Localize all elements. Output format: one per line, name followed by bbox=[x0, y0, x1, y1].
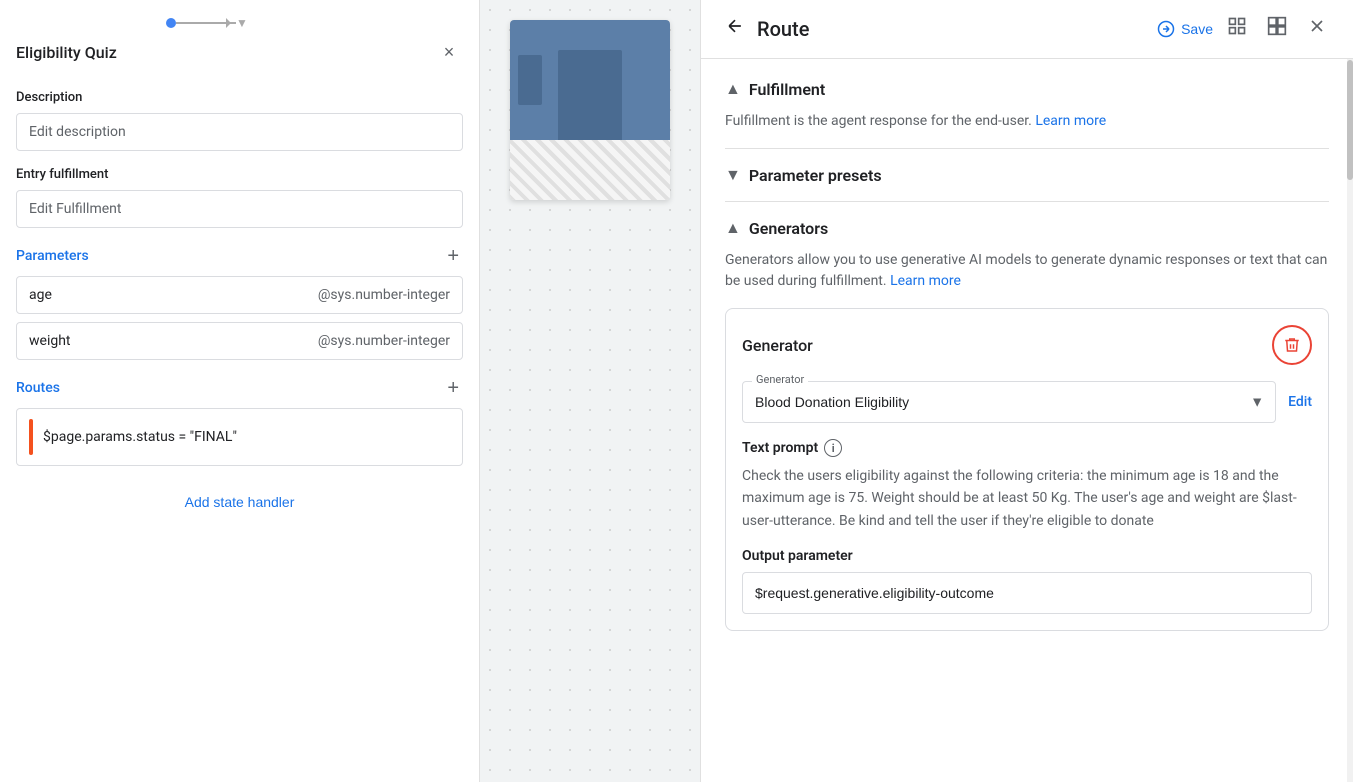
canvas-card-bottom bbox=[510, 140, 670, 200]
text-prompt-info-icon: i bbox=[824, 439, 842, 457]
generators-collapse-icon[interactable]: ▲ bbox=[725, 218, 741, 238]
param-name-age: age bbox=[29, 287, 318, 303]
text-prompt-content: Check the users eligibility against the … bbox=[742, 465, 1312, 532]
text-prompt-label: Text prompt i bbox=[742, 439, 1312, 457]
flow-line bbox=[176, 22, 236, 24]
panel-header: Eligibility Quiz × bbox=[16, 38, 463, 74]
scrollbar-track bbox=[1347, 0, 1353, 782]
fulfillment-description: Fulfillment is the agent response for th… bbox=[725, 111, 1329, 132]
maximize-button[interactable] bbox=[1221, 12, 1253, 46]
left-panel: ▼ Eligibility Quiz × Description Edit de… bbox=[0, 0, 480, 782]
parameters-title: Parameters bbox=[16, 248, 89, 264]
fulfillment-section-header: ▲ Fulfillment bbox=[725, 79, 1329, 99]
split-button[interactable] bbox=[1261, 12, 1293, 46]
divider-2 bbox=[725, 201, 1329, 202]
param-name-weight: weight bbox=[29, 333, 318, 349]
param-row-age: age @sys.number-integer bbox=[16, 276, 463, 314]
flow-dot bbox=[166, 18, 176, 28]
right-panel: Route Save ▲ bbox=[700, 0, 1353, 782]
generators-learn-more[interactable]: Learn more bbox=[890, 273, 961, 289]
param-type-weight: @sys.number-integer bbox=[318, 333, 450, 349]
edit-generator-link[interactable]: Edit bbox=[1288, 394, 1312, 410]
add-route-button[interactable]: + bbox=[443, 376, 463, 400]
param-presets-heading: Parameter presets bbox=[749, 166, 882, 185]
route-row[interactable]: $page.params.status = "FINAL" bbox=[16, 408, 463, 466]
generators-description: Generators allow you to use generative A… bbox=[725, 250, 1329, 292]
routes-title: Routes bbox=[16, 380, 60, 396]
canvas-card bbox=[510, 20, 670, 200]
close-button[interactable]: × bbox=[435, 38, 463, 66]
flow-connector: ▼ bbox=[16, 16, 463, 30]
close-right-panel-button[interactable] bbox=[1301, 12, 1333, 46]
param-presets-collapse-icon[interactable]: ▼ bbox=[725, 165, 741, 185]
route-indicator bbox=[29, 419, 33, 455]
save-button[interactable]: Save bbox=[1157, 20, 1213, 38]
route-condition: $page.params.status = "FINAL" bbox=[43, 429, 237, 445]
generator-card-title: Generator bbox=[742, 336, 813, 355]
description-label: Description bbox=[16, 90, 463, 105]
fulfillment-collapse-icon[interactable]: ▲ bbox=[725, 79, 741, 99]
generators-section-header: ▲ Generators bbox=[725, 218, 1329, 238]
delete-generator-button[interactable] bbox=[1272, 325, 1312, 365]
fulfillment-heading: Fulfillment bbox=[749, 80, 825, 99]
param-row-weight: weight @sys.number-integer bbox=[16, 322, 463, 360]
generator-select-label: Generator bbox=[752, 373, 808, 386]
canvas-card-top bbox=[510, 20, 670, 140]
parameters-section-row: Parameters + bbox=[16, 244, 463, 268]
route-title: Route bbox=[757, 17, 809, 41]
scrollbar-thumb[interactable] bbox=[1347, 60, 1353, 180]
output-param-label: Output parameter bbox=[742, 548, 1312, 564]
back-button[interactable] bbox=[721, 12, 749, 46]
routes-section-row: Routes + bbox=[16, 376, 463, 400]
param-type-age: @sys.number-integer bbox=[318, 287, 450, 303]
right-content: ▲ Fulfillment Fulfillment is the agent r… bbox=[701, 59, 1353, 651]
fulfillment-learn-more[interactable]: Learn more bbox=[1035, 113, 1106, 129]
generator-card: Generator Generator Blood Donation Eligi… bbox=[725, 308, 1329, 631]
description-field[interactable]: Edit description bbox=[16, 113, 463, 151]
flow-canvas bbox=[480, 0, 700, 782]
output-param-field[interactable] bbox=[742, 572, 1312, 614]
generators-heading: Generators bbox=[749, 219, 828, 238]
add-parameter-button[interactable]: + bbox=[443, 244, 463, 268]
divider-1 bbox=[725, 148, 1329, 149]
right-panel-header: Route Save bbox=[701, 0, 1353, 59]
panel-title: Eligibility Quiz bbox=[16, 43, 117, 62]
flow-arrow: ▼ bbox=[236, 16, 248, 30]
entry-fulfillment-label: Entry fulfillment bbox=[16, 167, 463, 182]
save-label: Save bbox=[1181, 21, 1213, 37]
generator-card-header: Generator bbox=[742, 325, 1312, 365]
generator-select[interactable]: Blood Donation Eligibility bbox=[742, 381, 1276, 423]
entry-fulfillment-field[interactable]: Edit Fulfillment bbox=[16, 190, 463, 228]
add-state-handler-button[interactable]: Add state handler bbox=[16, 486, 463, 518]
canvas-door bbox=[558, 50, 622, 140]
generator-select-row: Generator Blood Donation Eligibility ▼ E… bbox=[742, 381, 1312, 423]
param-presets-section-header: ▼ Parameter presets bbox=[725, 165, 1329, 185]
generator-select-wrapper: Generator Blood Donation Eligibility ▼ bbox=[742, 381, 1276, 423]
